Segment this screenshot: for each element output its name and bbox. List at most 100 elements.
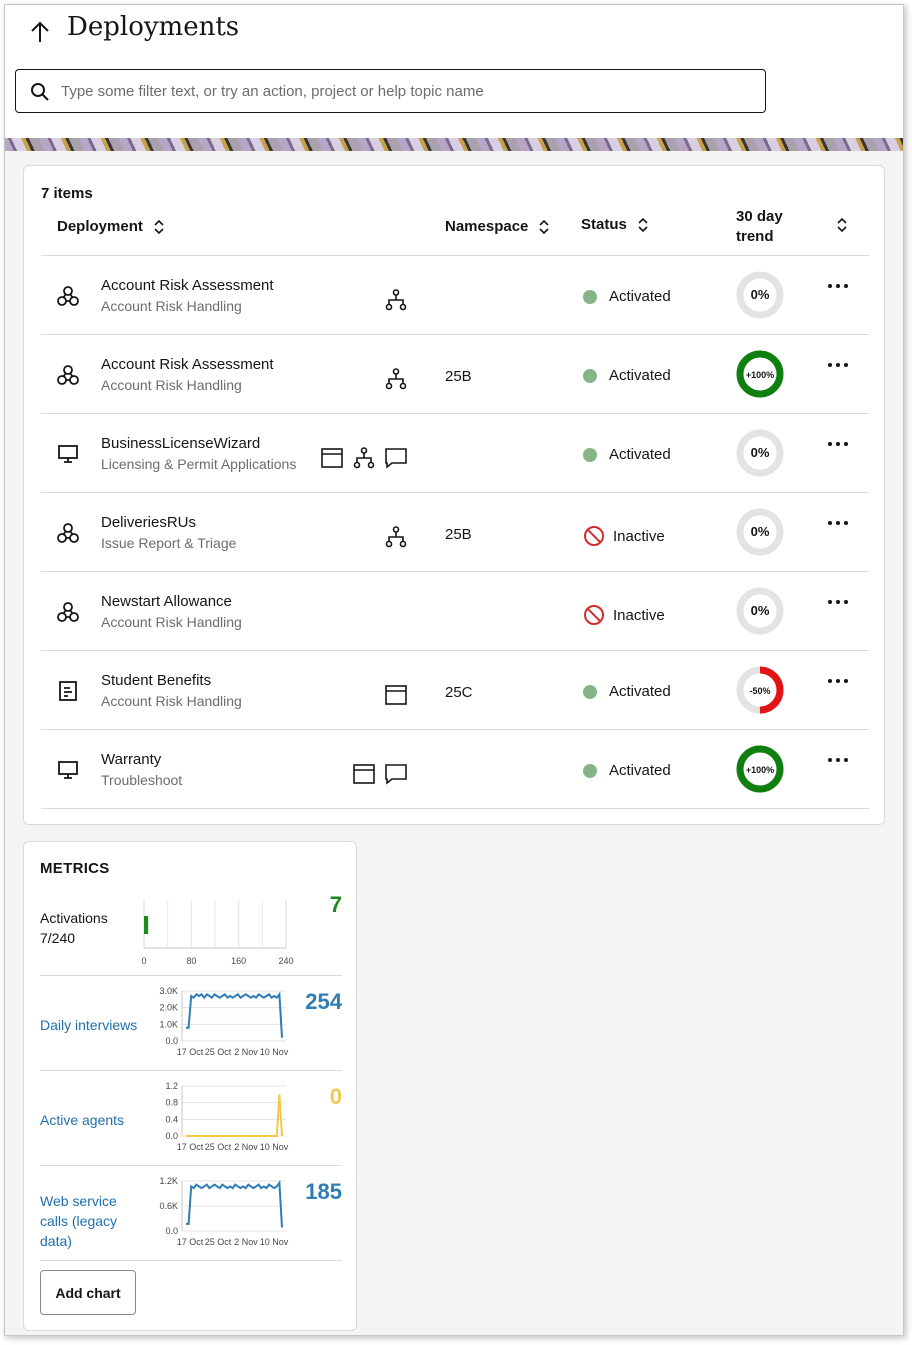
namespace-value: 25B [445, 526, 472, 543]
table-row[interactable]: Student Benefits Account Risk Handling 25C… [41, 651, 869, 730]
search-box[interactable] [15, 69, 766, 113]
table-row[interactable]: Warranty Troubleshoot Activated +100% [41, 730, 869, 809]
trend-donut: +100% [736, 745, 784, 793]
namespace-value: 25B [445, 368, 472, 385]
trend-label: 0% [751, 524, 770, 539]
web-service-icon [55, 362, 81, 388]
web-service-icon [55, 520, 81, 546]
status-text: Activated [609, 762, 671, 779]
x-tick-label: 0 [141, 956, 146, 966]
status-dot-icon [583, 763, 597, 778]
x-tick-label: 240 [278, 956, 293, 966]
more-actions-icon[interactable] [826, 355, 850, 375]
table-row[interactable]: Account Risk Assessment Account Risk Hand… [41, 256, 869, 335]
page-title: Deployments [67, 12, 240, 42]
deployment-name[interactable]: Newstart Allowance [101, 593, 232, 610]
window-icon [384, 683, 408, 707]
deployment-project: Account Risk Handling [101, 693, 242, 709]
y-tick-label: 0.0 [165, 1036, 178, 1046]
monitor-icon [55, 441, 81, 467]
sort-icon [154, 219, 164, 234]
search-input[interactable] [61, 78, 751, 104]
deployments-table-card: 7 items Deployment Namespace Status 30 d… [23, 165, 885, 825]
trend-label: -50% [749, 686, 770, 696]
status-text: Activated [609, 683, 671, 700]
org-chart-icon [384, 367, 408, 391]
org-chart-icon [352, 446, 376, 470]
trend-donut: -50% [736, 666, 784, 714]
deployment-name[interactable]: BusinessLicenseWizard [101, 435, 260, 452]
more-actions-icon[interactable] [826, 592, 850, 612]
org-chart-icon [384, 288, 408, 312]
x-tick-label: 2 Nov [234, 1237, 258, 1247]
column-header-deployment[interactable]: Deployment [57, 218, 165, 235]
trend-donut: 0% [736, 429, 784, 477]
window-icon [320, 446, 344, 470]
deployment-name[interactable]: Account Risk Assessment [101, 356, 274, 373]
column-header-trend[interactable]: 30 day trend [736, 207, 806, 247]
column-header-label: Status [581, 216, 627, 233]
column-header-label: Deployment [57, 218, 143, 235]
status-badge: Activated [583, 446, 671, 463]
prohibited-icon [584, 526, 604, 546]
daily-interviews-link[interactable]: Daily interviews [40, 1017, 137, 1033]
status-badge: Inactive [583, 525, 665, 547]
trend-label: 0% [751, 603, 770, 618]
decorative-banner [5, 138, 903, 151]
x-tick-label: 17 Oct [177, 1047, 204, 1057]
status-dot-icon [583, 289, 597, 304]
more-actions-icon[interactable] [826, 513, 850, 533]
deployment-name[interactable]: Warranty [101, 751, 161, 768]
table-row[interactable]: BusinessLicenseWizard Licensing & Permit … [41, 414, 869, 493]
y-tick-label: 1.2K [159, 1176, 178, 1186]
y-tick-label: 1.2 [165, 1081, 178, 1091]
deployment-name[interactable]: Account Risk Assessment [101, 277, 274, 294]
activations-label: Activations [40, 910, 108, 926]
table-row[interactable]: DeliveriesRUs Issue Report & Triage 25B Ina… [41, 493, 869, 572]
status-text: Activated [609, 367, 671, 384]
deployment-name[interactable]: Student Benefits [101, 672, 211, 689]
more-actions-icon[interactable] [826, 434, 850, 454]
metrics-title: METRICS [40, 860, 110, 877]
y-tick-label: 0.0 [165, 1226, 178, 1236]
y-tick-label: 0.0 [165, 1131, 178, 1141]
bar [144, 916, 149, 934]
deployment-project: Licensing & Permit Applications [101, 456, 297, 472]
web-service-calls-link[interactable]: Web service calls (legacy data) [40, 1193, 117, 1249]
window-icon [352, 762, 376, 786]
activations-sub: 7/240 [40, 930, 76, 946]
more-actions-icon[interactable] [826, 671, 850, 691]
x-tick-label: 25 Oct [205, 1142, 232, 1152]
chat-bubble-icon [384, 762, 408, 786]
series-line [186, 1179, 283, 1228]
column-header-status[interactable]: Status [581, 216, 649, 233]
active-agents-link[interactable]: Active agents [40, 1112, 124, 1128]
x-tick-label: 10 Nov [260, 1047, 289, 1057]
metric-daily-interviews: Daily interviews 3.0K 2.0K 1.0K 0.0 17 Oct 25… [40, 977, 342, 1071]
table-row[interactable]: Newstart Allowance Account Risk Handling I… [41, 572, 869, 651]
column-header-namespace[interactable]: Namespace [445, 218, 550, 235]
form-icon [55, 678, 81, 704]
x-tick-label: 10 Nov [260, 1142, 289, 1152]
back-button[interactable] [25, 15, 55, 49]
more-actions-icon[interactable] [826, 276, 850, 296]
deployment-name[interactable]: DeliveriesRUs [101, 514, 196, 531]
status-dot-icon [583, 684, 597, 699]
status-text: Inactive [613, 606, 665, 624]
sort-icon[interactable] [836, 217, 848, 233]
add-chart-button[interactable]: Add chart [40, 1270, 136, 1315]
more-actions-icon[interactable] [826, 750, 850, 770]
series-line [186, 991, 283, 1038]
org-chart-icon [384, 525, 408, 549]
prohibited-icon [584, 605, 604, 625]
status-badge: Activated [583, 683, 671, 700]
web-service-calls-value: 185 [305, 1179, 342, 1204]
activations-value: 7 [329, 892, 342, 917]
y-tick-label: 0.4 [165, 1114, 178, 1124]
web-service-calls-chart: 1.2K 0.6K 0.017 Oct 25 Oct 2 Nov 10 Nov [159, 1176, 288, 1247]
y-tick-label: 0.6K [159, 1201, 178, 1211]
trend-donut: 0% [736, 271, 784, 319]
table-row[interactable]: Account Risk Assessment Account Risk Hand… [41, 335, 869, 414]
search-icon [31, 83, 49, 101]
activations-chart: 0 80 160 240 [141, 900, 294, 966]
